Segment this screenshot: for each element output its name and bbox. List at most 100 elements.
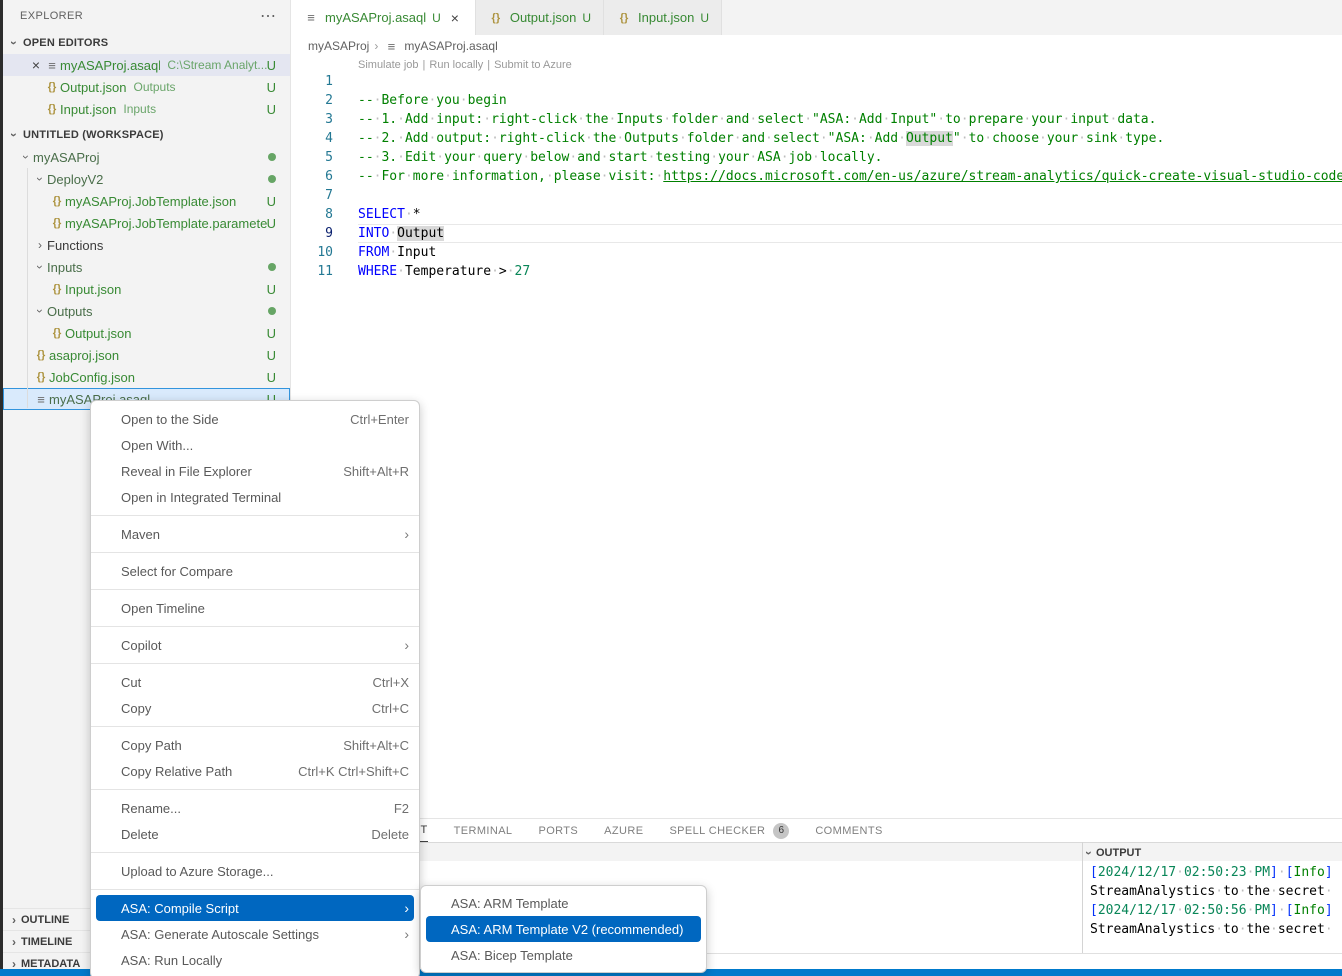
menu-item-open-with[interactable]: Open With... <box>91 432 419 458</box>
menu-item-copy-relative-path[interactable]: Copy Relative PathCtrl+K Ctrl+Shift+C <box>91 758 419 784</box>
menu-item-upload-to-azure-storage[interactable]: Upload to Azure Storage... <box>91 858 419 884</box>
tab-label: Output.json <box>510 10 577 25</box>
chevron-down-icon: › <box>33 304 47 318</box>
breadcrumb-file[interactable]: myASAProj.asaql <box>404 39 497 53</box>
file-context-menu: Open to the SideCtrl+EnterOpen With...Re… <box>90 400 420 976</box>
tab-output-json[interactable]: {}Output.jsonU <box>476 0 604 35</box>
code-line-5[interactable]: 5--·3.·Edit·your·query·below·and·start·t… <box>291 148 1342 167</box>
tab-myasaproj-asaql[interactable]: ≡myASAProj.asaqlU× <box>291 0 476 35</box>
tree-item-deployv2[interactable]: ›DeployV2 <box>3 168 290 190</box>
menu-item-label: Cut <box>121 675 141 690</box>
codelens-run-locally[interactable]: Run locally <box>429 59 483 71</box>
menu-item-open-timeline[interactable]: Open Timeline <box>91 595 419 621</box>
output-section-header[interactable]: › OUTPUT <box>1082 843 1141 862</box>
code-line-9[interactable]: 9INTO·Output <box>291 224 1342 243</box>
git-status-badge: U <box>267 326 276 341</box>
folder-label: Inputs <box>47 260 82 275</box>
tree-item-inputs[interactable]: ›Inputs <box>3 256 290 278</box>
menu-item-cut[interactable]: Cut Ctrl+X <box>91 669 419 695</box>
code-line-3[interactable]: 3--·1.·Add·input:·right-click·the·Inputs… <box>291 110 1342 129</box>
menu-item-label: ASA: ARM Template <box>451 896 569 911</box>
panel-tab-azure[interactable]: AZURE <box>604 819 643 842</box>
code-text: INTO·Output <box>358 224 1342 243</box>
tab-input-json[interactable]: {}Input.jsonU <box>604 0 722 35</box>
code-line-7[interactable]: 7 <box>291 186 1342 205</box>
whitespace-dot: · <box>1215 884 1223 899</box>
tree-item-functions[interactable]: ›Functions <box>3 234 290 256</box>
code-line-11[interactable]: 11WHERE·Temperature·>·27 <box>291 262 1342 281</box>
whitespace-dot: · <box>1239 884 1247 899</box>
panel-tab-comments[interactable]: COMMENTS <box>815 819 882 842</box>
menu-item-asa-generate-autoscale-settings[interactable]: ASA: Generate Autoscale Settings› <box>91 921 419 947</box>
open-editors-header[interactable]: › OPEN EDITORS <box>3 32 290 54</box>
panel-tab-label: SPELL CHECKER <box>669 825 765 837</box>
code-line-6[interactable]: 6--·For·more·information,·please·visit:·… <box>291 167 1342 186</box>
tree-item-jobconfig-json[interactable]: {}JobConfig.jsonU <box>3 366 290 388</box>
menu-item-open-in-integrated-terminal[interactable]: Open in Integrated Terminal <box>91 484 419 510</box>
menu-item-asa-run-locally[interactable]: ASA: Run Locally <box>91 947 419 973</box>
menu-item-asa-arm-template-v2-recommended[interactable]: ASA: ARM Template V2 (recommended) <box>426 916 701 942</box>
menu-item-open-to-the-side[interactable]: Open to the SideCtrl+Enter <box>91 406 419 432</box>
tree-item-asaproj-json[interactable]: {}asaproj.jsonU <box>3 344 290 366</box>
panel-tab-spell-checker[interactable]: SPELL CHECKER6 <box>669 819 789 842</box>
panel-tab-ports[interactable]: PORTS <box>538 819 578 842</box>
line-number: 7 <box>291 186 333 205</box>
panel-tab-terminal[interactable]: TERMINAL <box>454 819 513 842</box>
code-line-1[interactable]: 1 <box>291 72 1342 91</box>
whitespace-dot: · <box>374 131 382 146</box>
whitespace-dot: · <box>1023 112 1031 127</box>
whitespace-dot: · <box>1247 903 1255 918</box>
close-icon[interactable]: × <box>447 10 463 26</box>
menu-item-copy[interactable]: CopyCtrl+C <box>91 695 419 721</box>
codelens-actions: Simulate job|Run locally|Submit to Azure <box>358 57 572 72</box>
panel-tab-label: PORTS <box>538 825 578 837</box>
workspace-header[interactable]: › UNTITLED (WORKSPACE) <box>3 124 290 146</box>
menu-item-rename[interactable]: Rename...F2 <box>91 795 419 821</box>
editor-tab-bar: ≡myASAProj.asaqlU×{}Output.jsonU{}Input.… <box>291 0 1342 35</box>
file-label: Input.json <box>60 102 116 117</box>
code-line-4[interactable]: 4--·2.·Add·output:·right-click·the·Outpu… <box>291 129 1342 148</box>
code-line-10[interactable]: 10FROM·Input <box>291 243 1342 262</box>
codelens-simulate-job[interactable]: Simulate job <box>358 59 419 71</box>
code-editor[interactable]: 12--·Before·you·begin3--·1.·Add·input:·r… <box>291 72 1342 281</box>
menu-item-select-for-compare[interactable]: Select for Compare <box>91 558 419 584</box>
file-description: C:\Stream Analyt... <box>167 58 266 72</box>
folder-label: Functions <box>47 238 103 253</box>
code-line-2[interactable]: 2--·Before·you·begin <box>291 91 1342 110</box>
whitespace-dot: · <box>522 150 530 165</box>
menu-item-copy-path[interactable]: Copy PathShift+Alt+C <box>91 732 419 758</box>
tree-item-output-json[interactable]: {}Output.jsonU <box>3 322 290 344</box>
tree-item-outputs[interactable]: ›Outputs <box>3 300 290 322</box>
open-editor-input-json[interactable]: {}Input.jsonInputsU <box>3 98 290 120</box>
folder-label: Outputs <box>47 304 93 319</box>
menu-item-maven[interactable]: Maven› <box>91 521 419 547</box>
git-status-badge: U <box>267 370 276 385</box>
open-editor-myasaproj-asaql[interactable]: ×≡myASAProj.asaqlC:\Stream Analyt...U <box>3 54 290 76</box>
menu-shortcut: Ctrl+X <box>373 675 409 690</box>
menu-item-delete[interactable]: DeleteDelete <box>91 821 419 847</box>
open-editor-output-json[interactable]: {}Output.jsonOutputsU <box>3 76 290 98</box>
menu-item-asa-compile-script[interactable]: ASA: Compile Script› <box>96 895 414 921</box>
modified-dot-badge <box>268 263 276 271</box>
whitespace-dot: · <box>428 131 436 146</box>
chevron-right-icon: › <box>33 238 47 252</box>
code-text <box>358 72 1342 91</box>
code-text: FROM·Input <box>358 243 1342 262</box>
tree-item-myasaproj-jobtemplate-parameter[interactable]: {}myASAProj.JobTemplate.parameter...U <box>3 212 290 234</box>
menu-item-copilot[interactable]: Copilot› <box>91 632 419 658</box>
whitespace-dot: · <box>460 93 468 108</box>
tree-item-myasaproj-jobtemplate-json[interactable]: {}myASAProj.JobTemplate.jsonU <box>3 190 290 212</box>
whitespace-dot: · <box>663 112 671 127</box>
menu-item-asa-bicep-template[interactable]: ASA: Bicep Template <box>421 942 706 968</box>
close-icon[interactable]: × <box>28 57 44 73</box>
menu-item-asa-arm-template[interactable]: ASA: ARM Template <box>421 890 706 916</box>
tree-item-input-json[interactable]: {}Input.jsonU <box>3 278 290 300</box>
tree-item-myasaproj[interactable]: ›myASAProj <box>3 146 290 168</box>
code-line-8[interactable]: 8SELECT·* <box>291 205 1342 224</box>
menu-shortcut: Ctrl+K Ctrl+Shift+C <box>298 764 409 779</box>
breadcrumb-project[interactable]: myASAProj <box>308 39 369 53</box>
menu-item-reveal-in-file-explorer[interactable]: Reveal in File ExplorerShift+Alt+R <box>91 458 419 484</box>
codelens-submit-to-azure[interactable]: Submit to Azure <box>494 59 572 71</box>
more-actions-icon[interactable]: ⋯ <box>260 6 276 26</box>
menu-item-label: ASA: Compile Script <box>121 901 239 916</box>
